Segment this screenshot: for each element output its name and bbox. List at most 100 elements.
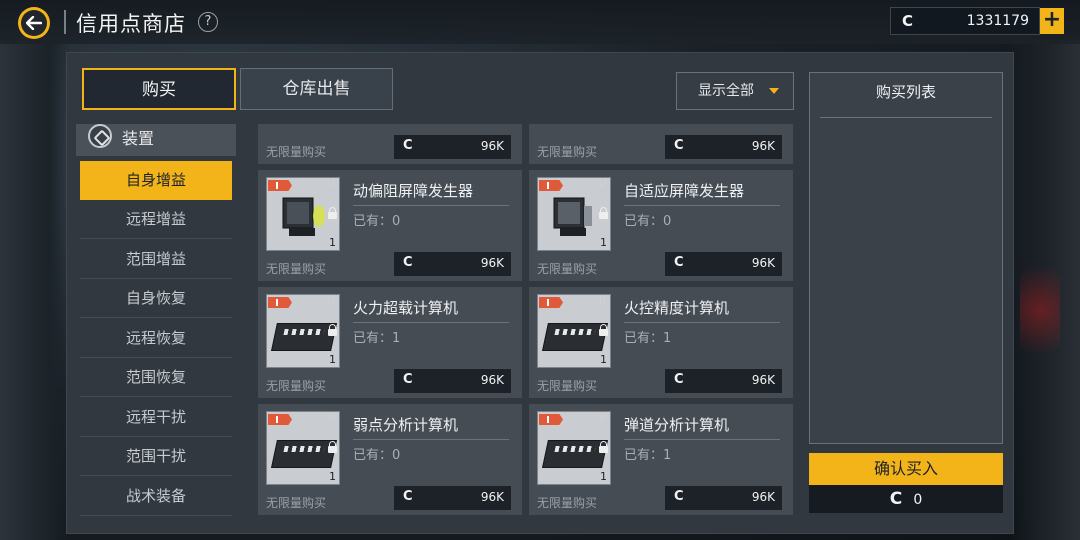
sidebar-item-remote-heal[interactable]: 远程恢复 xyxy=(80,319,232,358)
item-card[interactable]: 1 U 火控精度计算机 已有：1 无限量购买 C 96K xyxy=(529,287,793,398)
item-divider xyxy=(353,205,509,206)
item-owned: 已有：0 xyxy=(353,448,401,463)
item-divider xyxy=(624,322,780,323)
item-card[interactable]: 1 U 弹道分析计算机 已有：1 无限量购买 C 96K xyxy=(529,404,793,515)
price-tag: C 96K xyxy=(665,369,782,393)
purchase-limit: 无限量购买 xyxy=(537,145,598,159)
credit-icon: C xyxy=(674,255,684,270)
total-value: 0 xyxy=(913,492,923,508)
item-quantity: 1 xyxy=(329,470,336,483)
item-quantity: 1 xyxy=(600,353,607,366)
upgrade-badge: U xyxy=(328,296,335,306)
shield-generator-icon xyxy=(282,197,325,236)
lock-icon xyxy=(599,441,608,453)
item-name: 自适应屏障发生器 xyxy=(624,182,745,200)
price-value: 96K xyxy=(480,256,504,270)
shield-generator-icon xyxy=(553,197,592,236)
purchase-limit: 无限量购买 xyxy=(537,379,598,393)
credit-icon: C xyxy=(674,372,684,387)
filter-label: 显示全部 xyxy=(698,83,754,99)
purchase-total: C 0 xyxy=(809,485,1003,513)
computer-module-icon xyxy=(271,323,337,351)
tier-icon xyxy=(268,414,292,425)
item-quantity: 1 xyxy=(329,236,336,249)
computer-module-icon xyxy=(542,323,608,351)
price-value: 96K xyxy=(480,139,504,153)
purchase-list-divider xyxy=(820,117,992,118)
upgrade-badge: U xyxy=(328,179,335,189)
credit-icon: C xyxy=(403,138,413,153)
device-category-icon xyxy=(88,124,112,148)
add-credit-button[interactable]: + xyxy=(1040,8,1064,34)
item-divider xyxy=(353,439,509,440)
sidebar-category-header[interactable]: 装置 xyxy=(76,124,236,156)
credit-value: 1331179 xyxy=(966,13,1029,29)
background-left xyxy=(0,40,70,540)
help-icon[interactable]: ? xyxy=(198,12,218,32)
purchase-limit: 无限量购买 xyxy=(266,262,327,276)
credit-icon: C xyxy=(403,372,413,387)
sidebar-item-area-heal[interactable]: 范围恢复 xyxy=(80,358,232,397)
price-value: 96K xyxy=(751,139,775,153)
item-card[interactable]: 无限量购买 C 96K xyxy=(258,124,522,164)
item-name: 火控精度计算机 xyxy=(624,299,730,317)
background-glow xyxy=(1020,250,1060,370)
purchase-list-title: 购买列表 xyxy=(875,83,936,101)
item-card[interactable]: 1 U 动偏阻屏障发生器 已有：0 无限量购买 C 96K xyxy=(258,170,522,281)
credit-icon: C xyxy=(889,489,903,509)
item-card[interactable]: 1 U 火力超载计算机 已有：1 无限量购买 C 96K xyxy=(258,287,522,398)
category-sidebar: 装置 自身增益 远程增益 范围增益 自身恢复 远程恢复 范围恢复 远程干扰 范围… xyxy=(76,124,236,520)
filter-dropdown[interactable]: 显示全部 xyxy=(676,72,794,110)
purchase-limit: 无限量购买 xyxy=(537,262,598,276)
sidebar-item-area-buff[interactable]: 范围增益 xyxy=(80,240,232,279)
price-value: 96K xyxy=(751,490,775,504)
sidebar-category-label: 装置 xyxy=(122,129,155,148)
sidebar-item-remote-jam[interactable]: 远程干扰 xyxy=(80,398,232,437)
back-arrow-icon xyxy=(21,10,47,36)
tier-icon xyxy=(539,297,563,308)
item-quantity: 1 xyxy=(600,470,607,483)
item-owned: 已有：0 xyxy=(624,214,672,229)
item-owned: 已有：1 xyxy=(353,331,401,346)
purchase-list-panel: 购买列表 xyxy=(809,72,1003,444)
price-tag: C 96K xyxy=(665,135,782,159)
price-tag: C 96K xyxy=(394,369,511,393)
item-quantity: 1 xyxy=(329,353,336,366)
item-owned: 已有：1 xyxy=(624,448,672,463)
item-card[interactable]: 1 U 自适应屏障发生器 已有：0 无限量购买 C 96K xyxy=(529,170,793,281)
item-name: 火力超载计算机 xyxy=(353,299,459,317)
page-title: 信用点商店 xyxy=(76,12,186,36)
sidebar-item-tactical[interactable]: 战术装备 xyxy=(80,477,232,516)
tier-icon xyxy=(539,414,563,425)
lock-icon xyxy=(328,441,337,453)
credit-icon: C xyxy=(674,138,684,153)
purchase-limit: 无限量购买 xyxy=(266,145,327,159)
top-bar: 信用点商店 ? C 1331179 + xyxy=(0,0,1080,44)
chevron-down-icon xyxy=(769,88,779,94)
sidebar-item-self-heal[interactable]: 自身恢复 xyxy=(80,279,232,318)
item-divider xyxy=(353,322,509,323)
confirm-purchase-button[interactable]: 确认买入 xyxy=(809,453,1003,485)
tier-icon xyxy=(268,180,292,191)
price-tag: C 96K xyxy=(394,486,511,510)
sidebar-item-self-buff[interactable]: 自身增益 xyxy=(80,161,232,200)
back-button[interactable] xyxy=(18,7,50,39)
tab-warehouse-sell[interactable]: 仓库出售 xyxy=(240,68,393,110)
price-value: 96K xyxy=(751,373,775,387)
price-tag: C 96K xyxy=(665,252,782,276)
tab-buy[interactable]: 购买 xyxy=(82,68,236,110)
item-card[interactable]: 无限量购买 C 96K xyxy=(529,124,793,164)
credit-icon: C xyxy=(902,12,914,30)
lock-icon xyxy=(599,324,608,336)
sidebar-item-area-jam[interactable]: 范围干扰 xyxy=(80,437,232,476)
item-name: 弱点分析计算机 xyxy=(353,416,459,434)
lock-icon xyxy=(328,324,337,336)
item-name: 动偏阻屏障发生器 xyxy=(353,182,474,200)
sidebar-item-remote-buff[interactable]: 远程增益 xyxy=(80,200,232,239)
price-value: 96K xyxy=(480,490,504,504)
item-card[interactable]: 1 U 弱点分析计算机 已有：0 无限量购买 C 96K xyxy=(258,404,522,515)
purchase-limit: 无限量购买 xyxy=(537,496,598,510)
price-value: 96K xyxy=(480,373,504,387)
credit-icon: C xyxy=(403,489,413,504)
upgrade-badge: U xyxy=(599,179,606,189)
